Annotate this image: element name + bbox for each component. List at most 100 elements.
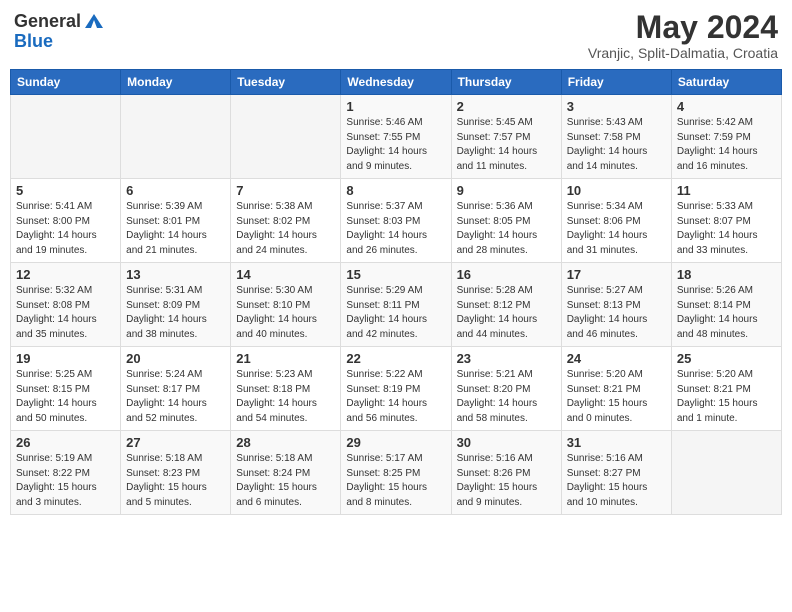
calendar-day-cell [231, 95, 341, 179]
calendar-day-cell [671, 431, 781, 515]
day-number: 21 [236, 351, 335, 366]
day-number: 13 [126, 267, 225, 282]
calendar-day-cell: 9 Sunrise: 5:36 AMSunset: 8:05 PMDaylight… [451, 179, 561, 263]
day-number: 18 [677, 267, 776, 282]
calendar-week-row: 12 Sunrise: 5:32 AMSunset: 8:08 PMDayligh… [11, 263, 782, 347]
calendar-day-cell: 13 Sunrise: 5:31 AMSunset: 8:09 PMDayligh… [121, 263, 231, 347]
logo: General Blue [14, 10, 105, 50]
day-info: Sunrise: 5:18 AMSunset: 8:23 PMDaylight:… [126, 452, 225, 510]
calendar-day-cell: 8 Sunrise: 5:37 AMSunset: 8:03 PMDaylight… [341, 179, 451, 263]
day-info: Sunrise: 5:20 AMSunset: 8:21 PMDaylight:… [567, 368, 666, 426]
month-title: May 2024 [588, 10, 778, 45]
day-info: Sunrise: 5:34 AMSunset: 8:06 PMDaylight:… [567, 200, 666, 258]
day-info: Sunrise: 5:39 AMSunset: 8:01 PMDaylight:… [126, 200, 225, 258]
page-header: General Blue May 2024 Vranjic, Split-Dal… [10, 10, 782, 61]
day-number: 6 [126, 183, 225, 198]
day-number: 9 [457, 183, 556, 198]
day-info: Sunrise: 5:45 AMSunset: 7:57 PMDaylight:… [457, 116, 556, 174]
day-number: 3 [567, 99, 666, 114]
day-number: 4 [677, 99, 776, 114]
calendar-day-cell: 24Sunrise: 5:20 AMSunset: 8:21 PMDayligh… [561, 347, 671, 431]
day-number: 1 [346, 99, 445, 114]
calendar-table: SundayMondayTuesdayWednesdayThursdayFrid… [10, 69, 782, 515]
day-info: Sunrise: 5:25 AMSunset: 8:15 PMDaylight:… [16, 368, 115, 426]
day-number: 19 [16, 351, 115, 366]
calendar-day-cell: 4 Sunrise: 5:42 AMSunset: 7:59 PMDaylight… [671, 95, 781, 179]
day-number: 28 [236, 435, 335, 450]
day-info: Sunrise: 5:20 AMSunset: 8:21 PMDaylight:… [677, 368, 776, 426]
day-number: 16 [457, 267, 556, 282]
day-info: Sunrise: 5:23 AMSunset: 8:18 PMDaylight:… [236, 368, 335, 426]
calendar-day-cell: 14 Sunrise: 5:30 AMSunset: 8:10 PMDayligh… [231, 263, 341, 347]
weekday-header-row: SundayMondayTuesdayWednesdayThursdayFrid… [11, 70, 782, 95]
logo-general-text: General [14, 12, 81, 30]
day-info: Sunrise: 5:38 AMSunset: 8:02 PMDaylight:… [236, 200, 335, 258]
day-number: 14 [236, 267, 335, 282]
weekday-header-wednesday: Wednesday [341, 70, 451, 95]
day-info: Sunrise: 5:37 AMSunset: 8:03 PMDaylight:… [346, 200, 445, 258]
calendar-day-cell: 26Sunrise: 5:19 AMSunset: 8:22 PMDayligh… [11, 431, 121, 515]
day-info: Sunrise: 5:17 AMSunset: 8:25 PMDaylight:… [346, 452, 445, 510]
day-info: Sunrise: 5:33 AMSunset: 8:07 PMDaylight:… [677, 200, 776, 258]
day-number: 20 [126, 351, 225, 366]
calendar-day-cell: 30 Sunrise: 5:16 AMSunset: 8:26 PMDayligh… [451, 431, 561, 515]
calendar-day-cell: 3 Sunrise: 5:43 AMSunset: 7:58 PMDaylight… [561, 95, 671, 179]
day-number: 11 [677, 183, 776, 198]
day-info: Sunrise: 5:43 AMSunset: 7:58 PMDaylight:… [567, 116, 666, 174]
day-info: Sunrise: 5:16 AMSunset: 8:26 PMDaylight:… [457, 452, 556, 510]
calendar-day-cell: 10 Sunrise: 5:34 AMSunset: 8:06 PMDayligh… [561, 179, 671, 263]
weekday-header-monday: Monday [121, 70, 231, 95]
title-section: May 2024 Vranjic, Split-Dalmatia, Croati… [588, 10, 778, 61]
day-info: Sunrise: 5:31 AMSunset: 8:09 PMDaylight:… [126, 284, 225, 342]
calendar-day-cell: 11 Sunrise: 5:33 AMSunset: 8:07 PMDayligh… [671, 179, 781, 263]
day-number: 27 [126, 435, 225, 450]
weekday-header-saturday: Saturday [671, 70, 781, 95]
calendar-day-cell: 29 Sunrise: 5:17 AMSunset: 8:25 PMDayligh… [341, 431, 451, 515]
day-number: 30 [457, 435, 556, 450]
day-info: Sunrise: 5:42 AMSunset: 7:59 PMDaylight:… [677, 116, 776, 174]
day-number: 10 [567, 183, 666, 198]
calendar-week-row: 5Sunrise: 5:41 AMSunset: 8:00 PMDaylight… [11, 179, 782, 263]
day-number: 17 [567, 267, 666, 282]
calendar-day-cell: 17 Sunrise: 5:27 AMSunset: 8:13 PMDayligh… [561, 263, 671, 347]
day-number: 25 [677, 351, 776, 366]
calendar-day-cell: 7Sunrise: 5:38 AMSunset: 8:02 PMDaylight… [231, 179, 341, 263]
day-info: Sunrise: 5:36 AMSunset: 8:05 PMDaylight:… [457, 200, 556, 258]
day-info: Sunrise: 5:18 AMSunset: 8:24 PMDaylight:… [236, 452, 335, 510]
calendar-day-cell: 5Sunrise: 5:41 AMSunset: 8:00 PMDaylight… [11, 179, 121, 263]
day-info: Sunrise: 5:27 AMSunset: 8:13 PMDaylight:… [567, 284, 666, 342]
calendar-day-cell: 20 Sunrise: 5:24 AMSunset: 8:17 PMDayligh… [121, 347, 231, 431]
day-number: 15 [346, 267, 445, 282]
location-text: Vranjic, Split-Dalmatia, Croatia [588, 45, 778, 61]
calendar-day-cell: 23 Sunrise: 5:21 AMSunset: 8:20 PMDayligh… [451, 347, 561, 431]
calendar-day-cell: 15Sunrise: 5:29 AMSunset: 8:11 PMDayligh… [341, 263, 451, 347]
day-info: Sunrise: 5:28 AMSunset: 8:12 PMDaylight:… [457, 284, 556, 342]
day-info: Sunrise: 5:30 AMSunset: 8:10 PMDaylight:… [236, 284, 335, 342]
logo-blue-text: Blue [14, 32, 105, 50]
day-number: 2 [457, 99, 556, 114]
calendar-day-cell: 12 Sunrise: 5:32 AMSunset: 8:08 PMDayligh… [11, 263, 121, 347]
day-number: 31 [567, 435, 666, 450]
calendar-day-cell: 19 Sunrise: 5:25 AMSunset: 8:15 PMDayligh… [11, 347, 121, 431]
calendar-day-cell: 1Sunrise: 5:46 AMSunset: 7:55 PMDaylight… [341, 95, 451, 179]
day-number: 23 [457, 351, 556, 366]
day-info: Sunrise: 5:41 AMSunset: 8:00 PMDaylight:… [16, 200, 115, 258]
day-info: Sunrise: 5:21 AMSunset: 8:20 PMDaylight:… [457, 368, 556, 426]
calendar-week-row: 19 Sunrise: 5:25 AMSunset: 8:15 PMDayligh… [11, 347, 782, 431]
day-number: 8 [346, 183, 445, 198]
weekday-header-thursday: Thursday [451, 70, 561, 95]
calendar-week-row: 1Sunrise: 5:46 AMSunset: 7:55 PMDaylight… [11, 95, 782, 179]
day-number: 22 [346, 351, 445, 366]
day-info: Sunrise: 5:24 AMSunset: 8:17 PMDaylight:… [126, 368, 225, 426]
calendar-day-cell: 28 Sunrise: 5:18 AMSunset: 8:24 PMDayligh… [231, 431, 341, 515]
weekday-header-tuesday: Tuesday [231, 70, 341, 95]
logo-icon [83, 10, 105, 32]
weekday-header-friday: Friday [561, 70, 671, 95]
day-number: 29 [346, 435, 445, 450]
calendar-day-cell: 27 Sunrise: 5:18 AMSunset: 8:23 PMDayligh… [121, 431, 231, 515]
calendar-day-cell: 6 Sunrise: 5:39 AMSunset: 8:01 PMDaylight… [121, 179, 231, 263]
day-info: Sunrise: 5:26 AMSunset: 8:14 PMDaylight:… [677, 284, 776, 342]
day-number: 12 [16, 267, 115, 282]
day-info: Sunrise: 5:32 AMSunset: 8:08 PMDaylight:… [16, 284, 115, 342]
calendar-day-cell: 21 Sunrise: 5:23 AMSunset: 8:18 PMDayligh… [231, 347, 341, 431]
